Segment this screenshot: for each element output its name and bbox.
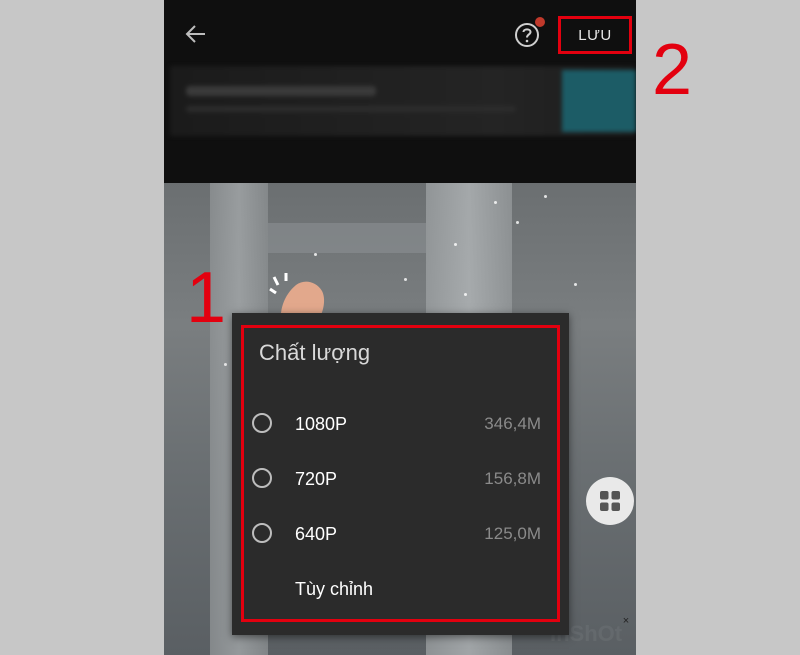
- option-size: 346,4M: [484, 414, 541, 433]
- notification-dot: [535, 17, 545, 27]
- sparkle: [454, 243, 457, 246]
- back-button[interactable]: [182, 20, 210, 48]
- quality-dialog: Chất lượng 1080P 346,4M 720P 156,8M 640P…: [232, 313, 569, 635]
- blurred-subtext: [186, 106, 516, 112]
- sparkle: [574, 283, 577, 286]
- radio-button[interactable]: [252, 523, 272, 543]
- sparkle: [516, 221, 519, 224]
- option-size: 125,0M: [484, 524, 541, 543]
- sparkle: [494, 201, 497, 204]
- quality-option-custom[interactable]: Tùy chỉnh: [250, 570, 550, 610]
- top-bar: LƯU: [164, 0, 636, 183]
- sparkle: [404, 278, 407, 281]
- save-button[interactable]: LƯU: [558, 16, 632, 54]
- option-label: 640P: [295, 524, 338, 544]
- option-label: 1080P: [295, 414, 348, 434]
- sparkle: [464, 293, 467, 296]
- blurred-thumbnail: [562, 70, 636, 132]
- option-size: 156,8M: [484, 469, 541, 488]
- sparkle: [224, 363, 227, 366]
- step-number-1: 1: [186, 258, 227, 338]
- background-ceiling: [268, 223, 426, 253]
- dialog-title: Chất lượng: [259, 340, 371, 365]
- radio-button[interactable]: [252, 413, 272, 433]
- arrow-left-icon: [185, 25, 205, 43]
- blurred-banner: [170, 66, 636, 136]
- quality-option-1080p[interactable]: 1080P 346,4M: [250, 405, 550, 445]
- quality-option-720p[interactable]: 720P 156,8M: [250, 460, 550, 500]
- sparkle: [314, 253, 317, 256]
- grid-icon: [600, 491, 620, 511]
- option-label: 720P: [295, 469, 338, 489]
- blurred-text: [186, 86, 376, 96]
- option-label: Tùy chỉnh: [295, 579, 374, 599]
- quality-option-640p[interactable]: 640P 125,0M: [250, 515, 550, 555]
- grid-button[interactable]: [586, 477, 634, 525]
- sparkle: [544, 195, 547, 198]
- radio-button[interactable]: [252, 468, 272, 488]
- step-number-2: 2: [652, 30, 693, 110]
